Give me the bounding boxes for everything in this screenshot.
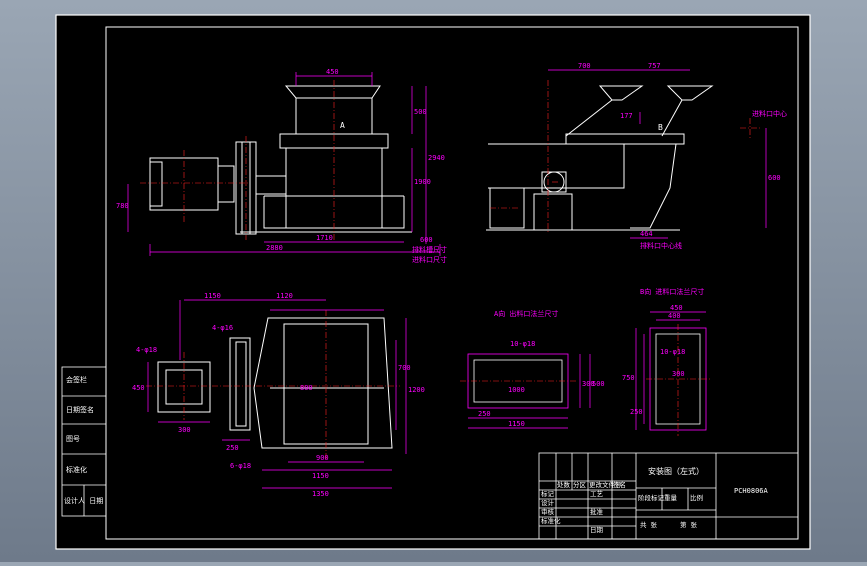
pv-dim-wide: 900 [316,454,329,462]
pv-dim-top-a: 1150 [204,292,221,300]
fv-dim-total-width: 2880 [266,244,283,252]
flange-a-outer-w: 1150 [508,420,525,428]
sv-dim-base: 464 [640,230,653,238]
tb-weight-label: 重量 [664,494,678,502]
flange-b-side-seg: 250 [630,408,643,416]
pv-dim-bolts-bottom: 6-φ18 [230,462,251,470]
sv-inlet-label: 进料口中心 [752,109,787,118]
fv-dim-motor-height: 780 [116,202,129,210]
tb-row-std: 标准化 [541,516,561,525]
fv-dim-mid-height: 1900 [414,178,431,186]
fv-dim-top-height: 2940 [428,154,445,162]
flange-b-inner: 400 [668,312,681,320]
tb-row-approve: 批准 [590,507,604,516]
tb-header-doc: 分区 [573,480,587,489]
fv-dim-hopper-width: 450 [326,68,339,76]
tb-stage-label: 阶段标记 [638,493,665,502]
flange-b-title: B向 进料口法兰尺寸 [640,287,704,296]
sv-dim-vertical: 177 [620,112,633,120]
tb-scale-label: 比例 [690,493,703,502]
tb-header-date: 签名 [613,480,626,489]
pv-dim-flange-bolts: 4-φ16 [212,324,233,332]
pv-dim-small-h: 450 [132,384,145,392]
pv-dim-bottom-b: 1350 [312,490,329,498]
sv-dim-height: 600 [768,174,781,182]
flange-b-side-h: 750 [622,374,635,382]
pv-dim-center: 800 [300,384,313,392]
pv-dim-side-bolts: 4-φ18 [136,346,157,354]
strip-cell-4: 标准化 [66,465,87,474]
tb-row-design: 设计 [541,498,555,507]
pv-dim-gap: 250 [226,444,239,452]
tb-header-qty: 处数 [557,480,571,489]
flange-a-seg: 250 [478,410,491,418]
tb-row-process: 工艺 [590,490,604,498]
pv-dim-bottom-a: 1150 [312,472,329,480]
pv-dim-top-b: 1120 [276,292,293,300]
pv-dim-height-b: 1200 [408,386,425,394]
flange-a-title: A向 出料口法兰尺寸 [494,309,558,318]
flange-a-w: 500 [592,380,605,388]
cad-canvas[interactable]: 会签栏 日期签名 图号 标准化 设计人 日期 标记 处数 分区 更改文件号 签名… [0,0,867,562]
flange-b-top-w: 450 [670,304,683,312]
strip-cell-3: 图号 [66,435,80,443]
fv-inlet-label: 进料口尺寸 [412,255,447,264]
tb-sheet-no: 第 张 [680,520,697,529]
fv-section-mark: A [340,121,345,130]
pv-dim-small-w: 300 [178,426,191,434]
tb-header-mark: 标记 [541,489,555,498]
tb-sheet-total: 共 张 [640,520,657,529]
fv-discharge-label: 排料槽尺寸 [412,245,447,254]
sv-section-mark: B [658,123,663,132]
strip-cell-2: 日期签名 [66,405,94,414]
sv-dim-left-top: 700 [578,62,591,70]
flange-b-inner-w: 300 [672,370,685,378]
tb-row-date: 日期 [590,526,604,534]
drawing-number: PCH0806A [734,487,769,495]
pv-dim-height-a: 700 [398,364,411,372]
sv-outlet-label: 排料口中心线 [640,241,682,250]
drawing-title: 安装图（左式） [648,466,704,476]
fv-dim-base-width: 1710 [316,234,333,242]
fv-dim-hopper-height: 500 [414,108,427,116]
fv-dim-right-offset: 600 [420,236,433,244]
flange-a-bolts: 10-φ18 [510,340,535,348]
flange-b-bolts: 10-φ18 [660,348,685,356]
strip-cell-1: 会签栏 [66,375,87,384]
cad-drawing-stage: 会签栏 日期签名 图号 标准化 设计人 日期 标记 处数 分区 更改文件号 签名… [0,0,867,562]
flange-a-inner-w: 1000 [508,386,525,394]
sv-dim-right-top: 757 [648,62,661,70]
tb-row-check: 审核 [541,507,555,516]
strip-cell-5: 设计人 日期 [64,496,103,505]
